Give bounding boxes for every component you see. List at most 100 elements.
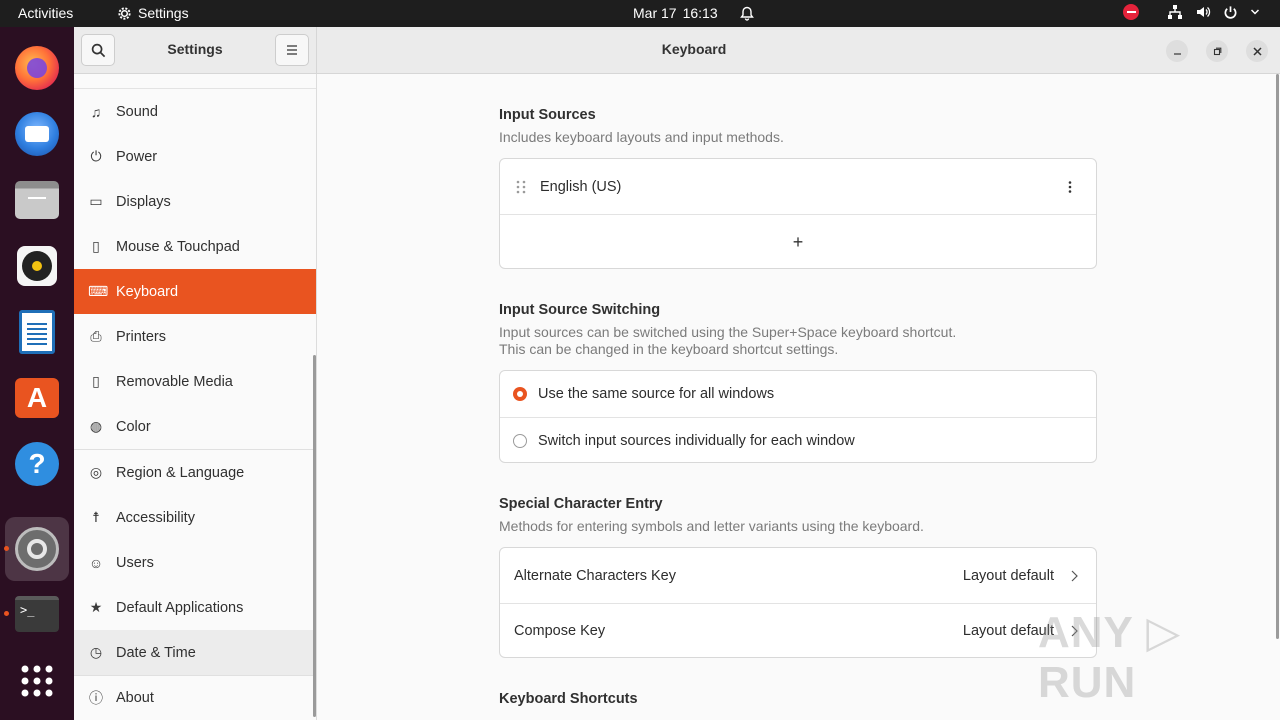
input-sources-title: Input Sources: [499, 107, 596, 123]
rhythmbox-icon: [17, 246, 57, 286]
running-indicator: [4, 546, 9, 551]
sidebar-item-label: Region & Language: [116, 464, 245, 481]
stop-icon[interactable]: [1123, 4, 1139, 20]
dock-app-center[interactable]: A: [5, 366, 69, 430]
sidebar-item-about[interactable]: ⓘ About: [74, 675, 316, 720]
keyboard-shortcuts-title: Keyboard Shortcuts: [499, 691, 638, 707]
info-icon: ⓘ: [89, 689, 103, 706]
sidebar-header: Settings: [74, 27, 317, 73]
sidebar-item-region-language[interactable]: ◎ Region & Language: [74, 450, 316, 495]
sidebar-item-accessibility[interactable]: ☨ Accessibility: [74, 495, 316, 540]
sidebar-item-power[interactable]: ⏻ Power: [74, 134, 316, 179]
compose-key-row[interactable]: Compose Key Layout default: [500, 603, 1096, 657]
sidebar-item-label: About: [116, 689, 154, 706]
sidebar-item-default-applications[interactable]: ★ Default Applications: [74, 585, 316, 630]
sidebar-item-removable-media[interactable]: ▯ Removable Media: [74, 359, 316, 404]
input-sources-list: English (US) +: [499, 158, 1097, 269]
close-button[interactable]: [1246, 40, 1268, 62]
more-options-icon[interactable]: [1068, 180, 1072, 193]
sidebar-item-users[interactable]: ☺ Users: [74, 540, 316, 585]
chevron-down-icon: [1250, 9, 1260, 15]
terminal-icon: >_: [15, 596, 59, 632]
watermark-logo: ANY ▷ RUN: [1038, 608, 1182, 707]
maximize-button[interactable]: [1206, 40, 1228, 62]
sidebar-item-mouse-touchpad[interactable]: ▯ Mouse & Touchpad: [74, 224, 316, 269]
sidebar-item-label: Removable Media: [116, 373, 233, 390]
settings-sidebar: ♫ Sound ⏻ Power ▭ Displays ▯ Mouse & Tou…: [74, 74, 317, 720]
help-icon: ?: [15, 442, 59, 486]
sidebar-scrollbar[interactable]: [313, 355, 316, 717]
mouse-icon: ▯: [92, 238, 100, 254]
files-icon: [15, 181, 59, 219]
input-source-row[interactable]: English (US): [500, 159, 1096, 214]
sidebar-item-label: Printers: [116, 328, 166, 345]
power-icon: ⏻: [90, 148, 102, 164]
star-icon: ★: [89, 599, 103, 615]
sidebar-item-label: Color: [116, 418, 151, 435]
chevron-right-icon: [1071, 570, 1078, 581]
minimize-button[interactable]: [1166, 40, 1188, 62]
sidebar-item-label: Displays: [116, 193, 171, 210]
sidebar-item-date-time[interactable]: ◷ Date & Time: [74, 630, 316, 675]
add-input-source-button[interactable]: +: [500, 214, 1096, 268]
dock-terminal[interactable]: >_: [4, 582, 69, 646]
header-bar: Settings Keyboard: [74, 27, 1280, 74]
dock-files[interactable]: [5, 168, 69, 232]
system-tray[interactable]: [1123, 4, 1260, 20]
accessibility-icon: ☨: [92, 509, 100, 525]
clock[interactable]: Mar 17 16:13: [633, 5, 754, 21]
usb-icon: ▯: [92, 373, 100, 389]
restore-icon: [1213, 47, 1221, 55]
dock: A ? >_: [0, 27, 74, 720]
top-bar: Activities Settings Mar 17 16:13: [0, 0, 1280, 27]
sidebar-item-label: Default Applications: [116, 599, 244, 616]
sidebar-item-label: Users: [116, 554, 154, 571]
drag-handle-icon[interactable]: [516, 180, 526, 194]
menu-button[interactable]: [275, 34, 309, 66]
content-scrollbar[interactable]: [1276, 74, 1279, 639]
sidebar-item-label: Mouse & Touchpad: [116, 238, 240, 255]
minimize-icon: [1173, 52, 1181, 55]
close-icon: [1252, 46, 1262, 56]
dock-show-apps[interactable]: [5, 649, 69, 713]
dock-thunderbird[interactable]: [5, 102, 69, 166]
input-switching-subtitle-2: This can be changed in the keyboard shor…: [499, 341, 839, 357]
grid-icon: [21, 665, 53, 697]
power-icon: [1224, 5, 1237, 19]
activities-button[interactable]: Activities: [18, 5, 73, 21]
option-individual-source[interactable]: Switch input sources individually for ea…: [500, 417, 1096, 462]
row-label: Compose Key: [514, 623, 606, 639]
settings-icon: [15, 527, 59, 571]
option-label: Switch input sources individually for ea…: [538, 432, 855, 449]
sidebar-item-sound[interactable]: ♫ Sound: [74, 89, 316, 134]
volume-icon: [1197, 7, 1211, 17]
app-center-icon: A: [15, 378, 59, 418]
sidebar-item-color[interactable]: ◍ Color: [74, 404, 316, 449]
option-same-source[interactable]: Use the same source for all windows: [500, 371, 1096, 417]
app-menu[interactable]: Settings: [117, 5, 189, 21]
dock-libreoffice-writer[interactable]: [5, 300, 69, 364]
display-icon: ▭: [89, 193, 103, 209]
network-icon: [1168, 5, 1182, 19]
dock-help[interactable]: ?: [5, 432, 69, 496]
special-chars-list: Alternate Characters Key Layout default …: [499, 547, 1097, 658]
radio-selected[interactable]: [513, 387, 527, 401]
radio-unselected[interactable]: [513, 433, 527, 448]
sidebar-item-label: Accessibility: [116, 509, 195, 526]
row-value: Layout default: [962, 567, 1054, 584]
dock-firefox[interactable]: [5, 36, 69, 100]
hamburger-icon: [287, 45, 297, 55]
color-icon: ◍: [89, 418, 103, 434]
sidebar-item-displays[interactable]: ▭ Displays: [74, 179, 316, 224]
dock-settings[interactable]: [4, 517, 69, 581]
keyboard-icon: ⌨: [88, 283, 109, 299]
dock-rhythmbox[interactable]: [5, 234, 69, 298]
users-icon: ☺: [88, 554, 104, 571]
sidebar-item-label: Power: [116, 148, 158, 165]
alternate-characters-key-row[interactable]: Alternate Characters Key Layout default: [500, 548, 1096, 603]
sidebar-item-keyboard[interactable]: ⌨ Keyboard: [74, 269, 316, 314]
sidebar-item-label: Keyboard: [116, 283, 179, 300]
add-icon: +: [792, 231, 804, 252]
sidebar-item-printers[interactable]: ⎙ Printers: [74, 314, 316, 359]
globe-icon: ◎: [89, 464, 103, 480]
